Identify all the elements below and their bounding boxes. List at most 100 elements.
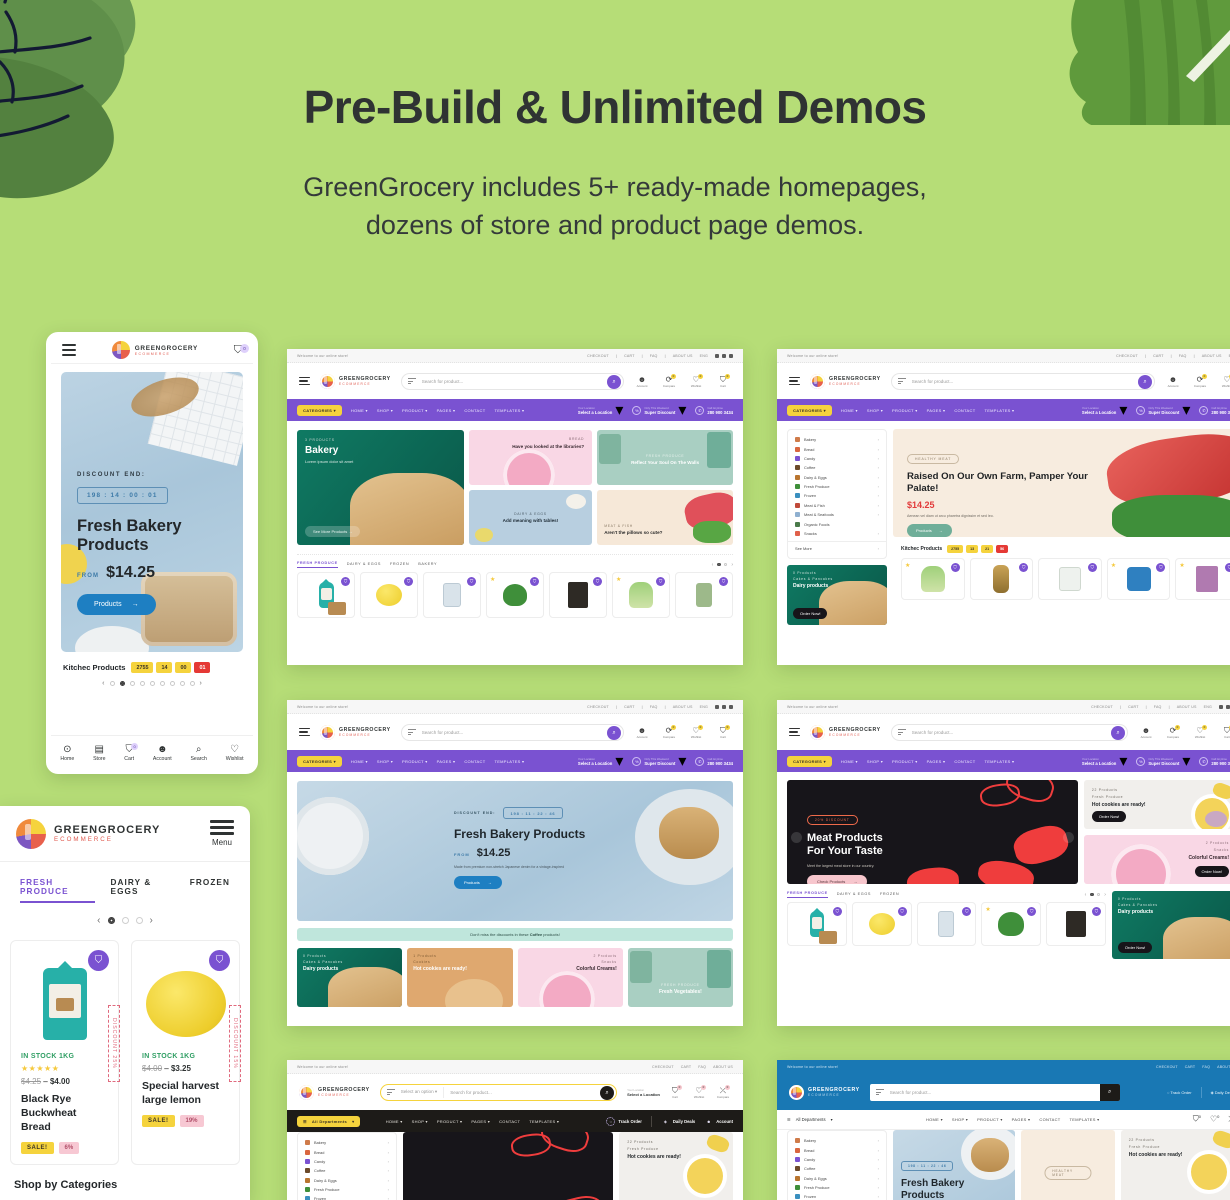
header-account[interactable]: ☻ Account	[634, 375, 650, 388]
link-about-us[interactable]: ABOUT US	[1202, 354, 1222, 358]
nav-shop[interactable]: SHOP ▾	[377, 759, 393, 764]
link-cart[interactable]: CART	[624, 705, 635, 709]
nav-templates[interactable]: TEMPLATES ▾	[1070, 1117, 1100, 1122]
category-dairy-eggs[interactable]: Dairy & Eggs ›	[788, 473, 886, 482]
filter-icon[interactable]	[407, 377, 416, 385]
link-about-us[interactable]: ABOUT US	[713, 1065, 733, 1069]
tab-dairy-eggs[interactable]: DAIRY & EGGS	[347, 562, 381, 568]
nav-templates[interactable]: TEMPLATES ▾	[494, 408, 524, 413]
nav-home[interactable]: HOME ▾	[926, 1117, 943, 1122]
add-to-cart-icon[interactable]: ⛉	[209, 950, 230, 971]
nav-shop[interactable]: SHOP ▾	[412, 1119, 428, 1124]
departments-dropdown[interactable]: Bakery › Bread › Candy › Coffee › Dairy & Eg…	[787, 1130, 887, 1200]
header-wishlist[interactable]: ♡0Wishlist	[1219, 373, 1230, 388]
language-selector[interactable]: ENG	[700, 354, 708, 358]
location-selector[interactable]: Your Location Select a Location ▾	[578, 751, 623, 771]
categories-button[interactable]: CATEGORIES ▾	[787, 755, 832, 767]
nav-contact[interactable]: CONTACT	[1039, 1117, 1060, 1122]
header-icons[interactable]: ☻Account ⟳0Compare ♡0Wishlist ⛉0Cart	[634, 724, 731, 739]
category-bread[interactable]: Bread ›	[788, 444, 886, 453]
see-more-link[interactable]: See More ›	[788, 541, 886, 553]
social-icons[interactable]	[715, 353, 733, 358]
nav-home[interactable]: HOME ▾	[841, 759, 858, 764]
category-bread[interactable]: Bread ›	[788, 1145, 886, 1154]
category-coffee[interactable]: Coffee ›	[788, 463, 886, 472]
product-card[interactable]: ⛉ ★	[612, 572, 670, 618]
hero-banner-meat[interactable]: HEALTHY MEAT Raised On Our Own Farm, Pam…	[893, 429, 1230, 537]
link-about-us[interactable]: ABOUT US	[1217, 1065, 1230, 1069]
mobile-demo-1[interactable]: GREENGROCERY ECOMMERCE ⛉ 0 DISCOUNT END:…	[46, 332, 258, 774]
filter-icon[interactable]	[875, 1088, 884, 1096]
track-order[interactable]: ◌ Track Order	[1167, 1090, 1192, 1095]
desktop-demo-2[interactable]: Welcome to our online store! CHECKOUT | C…	[777, 349, 1230, 665]
header-compare[interactable]: ⟳ 0 Compare	[1192, 373, 1208, 388]
banner-fresh-produce[interactable]: FRESH PRODUCE Reflect Your Soul On The W…	[597, 430, 734, 485]
promo-card-dairy[interactable]: 0 Products Cakes & Pancakes Dairy produc…	[297, 948, 403, 1007]
product-card[interactable]: ⛉	[549, 572, 607, 618]
filter-icon[interactable]	[407, 728, 416, 736]
add-to-cart-icon[interactable]: ⛉	[656, 577, 665, 586]
add-to-cart-icon[interactable]: ⛉	[1091, 907, 1101, 916]
link-checkout[interactable]: CHECKOUT	[587, 354, 609, 358]
promo-card-fresh-vegetables[interactable]: FRESH PRODUCE Fresh Vegetables!	[627, 948, 733, 1007]
location-selector[interactable]: Your Location Select a Location ▾	[1082, 400, 1127, 420]
header-cart[interactable]: ⛉0Cart	[667, 1084, 683, 1099]
hamburger-menu-icon[interactable]	[299, 727, 310, 737]
carousel-pagination[interactable]: ‹ ›	[0, 903, 250, 926]
check-products-button[interactable]: Check Products →	[807, 875, 868, 884]
categories-button[interactable]: CATEGORIES ▾	[297, 404, 342, 416]
track-order[interactable]: ◌ Track Order	[606, 1116, 642, 1126]
main-navigation[interactable]: CATEGORIES ▾ HOME ▾ SHOP ▾ PRODUCT ▾ PAG…	[287, 750, 743, 772]
logo[interactable]: GREENGROCERY ECOMMERCE	[16, 818, 160, 849]
tab-fresh-produce[interactable]: FRESH PRODUCE	[297, 561, 338, 568]
utility-links[interactable]: CHECKOUT| CART| FAQ| ABOUT US ENG	[1091, 704, 1230, 709]
nav-contact[interactable]: CONTACT	[464, 408, 485, 413]
product-card[interactable]: ⛉	[787, 902, 847, 946]
category-frozen[interactable]: Frozen ›	[788, 491, 886, 500]
nav-home[interactable]: HOME ▾	[351, 759, 368, 764]
super-discount[interactable]: % Only This Weekend Super Discount ▾	[632, 751, 686, 771]
tab-dairy-eggs[interactable]: DAIRY & EGGS	[111, 878, 174, 903]
carousel-dot[interactable]	[129, 681, 135, 686]
link-cart[interactable]: CART	[624, 354, 635, 358]
carousel-dot-active[interactable]	[119, 681, 125, 686]
product-card[interactable]: ⛉ IN STOCK 1KG $4.00 – $3.25 Special har…	[131, 940, 241, 1165]
search-icon[interactable]: ⌕	[600, 1086, 615, 1100]
category-organic-foods[interactable]: Organic Foods	[788, 519, 886, 528]
link-checkout[interactable]: CHECKOUT	[1156, 1065, 1178, 1069]
hero-banner-meat[interactable]: Meat Products	[403, 1132, 614, 1200]
header-compare[interactable]: ⟳ 0 Compare	[1165, 724, 1181, 739]
language-selector[interactable]: ENG	[1204, 705, 1212, 709]
add-to-cart-icon[interactable]: ⛉	[1156, 563, 1166, 572]
carousel-dot[interactable]	[179, 681, 185, 686]
account-link[interactable]: ☻ Account	[704, 1117, 733, 1126]
link-about-us[interactable]: ABOUT US	[1177, 705, 1197, 709]
category-meat-fish[interactable]: Meat & Fish ›	[788, 501, 886, 510]
call-anytime[interactable]: ✆Call Anytime280 900 3434	[1199, 756, 1230, 766]
product-name[interactable]: Special harvest large lemon	[142, 1079, 229, 1107]
mobile-hero-banner[interactable]: DISCOUNT END: 198 : 14 : 00 : 01 Fresh B…	[61, 372, 243, 652]
product-card[interactable]: ⛉	[916, 902, 977, 946]
header-cart[interactable]: ⛉0	[1193, 1114, 1201, 1125]
nav-product[interactable]: PRODUCT ▾	[892, 759, 918, 764]
utility-links[interactable]: CHECKOUT| CART| FAQ| ABOUT US ENG	[587, 704, 733, 709]
product-card[interactable]: ⛉	[297, 572, 355, 618]
link-checkout[interactable]: CHECKOUT	[652, 1065, 674, 1069]
carousel-dot[interactable]	[135, 917, 143, 924]
daily-deals[interactable]: ◈ Daily Deals	[1211, 1090, 1230, 1095]
add-to-cart-icon[interactable]: ⛉	[962, 907, 972, 916]
link-faq[interactable]: FAQ	[1179, 354, 1187, 358]
cart-icon[interactable]: ⛉ 0	[234, 343, 249, 357]
category-bakery[interactable]: Bakery ›	[788, 1136, 886, 1145]
search-bar[interactable]: Search for product... ⌕	[400, 372, 624, 390]
desktop-demo-4[interactable]: Welcome to our online store! CHECKOUT | C…	[777, 700, 1230, 1026]
add-to-cart-icon[interactable]: ⛉	[1027, 907, 1037, 916]
add-to-cart-icon[interactable]: ⛉	[1019, 563, 1029, 572]
desktop-demo-5[interactable]: Welcome to our online store! CHECKOUT CA…	[287, 1060, 743, 1200]
utility-links[interactable]: CHECKOUT| CART| FAQ| ABOUT US ENG	[1116, 354, 1230, 358]
tab-fresh-produce[interactable]: FRESH PRODUCE	[787, 891, 828, 898]
add-to-cart-icon[interactable]: ⛉	[88, 950, 109, 971]
header-icons[interactable]: ⛉ 0 Cart ♡ 0 Wishlist ⤫ 0 Compare	[667, 1084, 731, 1099]
carousel-dot[interactable]	[159, 681, 165, 686]
desktop-demo-6[interactable]: Welcome to our online store! CHECKOUT CA…	[777, 1060, 1230, 1200]
